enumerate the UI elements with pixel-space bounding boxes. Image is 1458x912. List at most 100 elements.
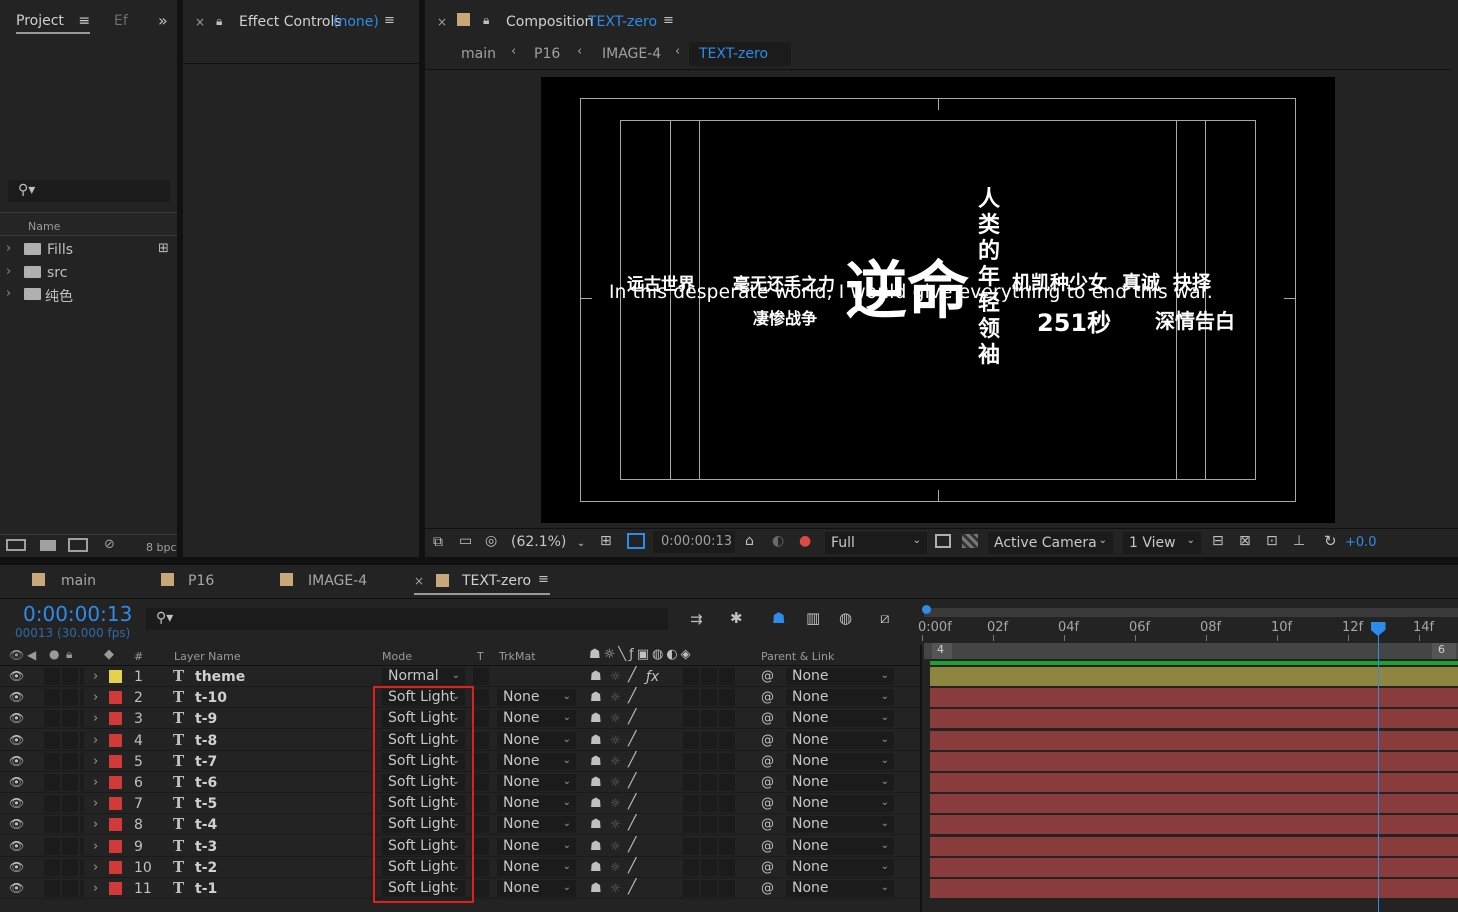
collapse-switch-icon[interactable]: ☼ [610, 796, 621, 810]
audio-toggle[interactable] [44, 710, 60, 728]
label-color-swatch[interactable] [109, 818, 122, 832]
shy-switch-icon[interactable]: ☗ [590, 817, 602, 832]
pick-whip-icon[interactable]: @ [761, 733, 774, 748]
solo-toggle[interactable] [62, 752, 78, 770]
motion-blur-toggle[interactable] [701, 668, 717, 685]
lock-toggle[interactable] [80, 668, 84, 685]
breadcrumb-main[interactable]: main [461, 46, 496, 62]
solo-toggle[interactable] [62, 731, 78, 749]
shy-switch-icon[interactable]: ☗ [590, 881, 602, 896]
flowchart-icon[interactable]: ⊞ [158, 241, 169, 256]
show-snapshot-icon[interactable]: ◐ [772, 533, 784, 549]
audio-toggle[interactable] [44, 816, 60, 834]
track-matte-dropdown[interactable]: None ⌄ [497, 880, 576, 897]
parent-dropdown[interactable]: None ⌄ [786, 752, 894, 770]
eye-icon[interactable]: 👁︎ [9, 860, 24, 874]
work-area-start[interactable]: 4 [932, 643, 952, 659]
frame-blend-toggle[interactable] [683, 858, 699, 876]
composition-tab[interactable]: × 🔒︎ Composition TEXT-zero ≡ [425, 0, 1458, 38]
audio-toggle[interactable] [44, 731, 60, 749]
always-preview-icon[interactable]: ⧉ [433, 534, 443, 550]
preserve-transparency-toggle[interactable] [473, 731, 489, 749]
pick-whip-icon[interactable]: @ [761, 711, 774, 726]
frame-blend-toggle[interactable] [683, 837, 699, 855]
motion-blur-toggle[interactable] [701, 858, 717, 876]
layer-name[interactable]: t-3 [195, 839, 217, 855]
motion-blur-toggle[interactable] [701, 710, 717, 728]
motion-blur-toggle[interactable] [701, 795, 717, 813]
lock-toggle[interactable] [80, 710, 84, 728]
shy-switch-icon[interactable]: ☗ [590, 775, 602, 790]
track-matte-dropdown[interactable]: None ⌄ [497, 774, 576, 791]
collapse-switch-icon[interactable]: ☼ [610, 775, 621, 789]
layer-duration-bar[interactable] [930, 879, 1458, 898]
layer-name[interactable]: t-2 [195, 860, 217, 876]
audio-toggle[interactable] [44, 668, 60, 685]
motion-blur-toggle[interactable] [701, 752, 717, 770]
track-matte-dropdown[interactable]: None ⌄ [497, 752, 576, 770]
parent-dropdown[interactable]: None ⌄ [786, 858, 894, 876]
region-of-interest-icon[interactable] [627, 533, 645, 549]
quality-switch-icon[interactable]: ╱ [628, 667, 636, 683]
chevron-right-icon[interactable]: › [93, 881, 98, 896]
preserve-transparency-toggle[interactable] [473, 795, 489, 813]
close-icon[interactable]: × [414, 574, 424, 588]
preserve-transparency-toggle[interactable] [473, 752, 489, 770]
chevron-right-icon[interactable]: › [93, 860, 98, 875]
chevron-right-icon[interactable]: › [6, 286, 11, 301]
timecode-display[interactable]: 0:00:00:13 [653, 531, 735, 553]
layer-duration-bar[interactable] [930, 773, 1458, 792]
label-color-swatch[interactable] [109, 754, 122, 768]
pick-whip-icon[interactable]: @ [761, 796, 774, 811]
lock-toggle[interactable] [80, 731, 84, 749]
interpret-footage-icon[interactable] [6, 539, 26, 551]
panel-divider[interactable] [0, 557, 1458, 565]
motion-blur-toggle[interactable] [701, 880, 717, 897]
motion-blur-toggle[interactable] [701, 837, 717, 855]
eye-icon[interactable]: 👁︎ [9, 881, 24, 895]
motion-blur-toggle[interactable] [701, 731, 717, 749]
audio-toggle[interactable] [44, 795, 60, 813]
new-composition-icon[interactable] [68, 538, 88, 552]
effect-controls-title[interactable]: Effect Controls [239, 14, 342, 30]
panel-menu-icon[interactable]: ≡ [78, 13, 90, 29]
quality-switch-icon[interactable]: ╱ [628, 794, 636, 810]
exposure-value[interactable]: +0.0 [1345, 535, 1377, 550]
collapse-switch-icon[interactable]: ☼ [610, 690, 621, 704]
layer-duration-bar[interactable] [930, 709, 1458, 729]
lock-toggle[interactable] [80, 774, 84, 791]
close-icon[interactable]: × [195, 15, 205, 29]
frame-blend-toggle[interactable] [683, 795, 699, 813]
shy-switch-icon[interactable]: ☗ [590, 733, 602, 748]
pick-whip-icon[interactable]: @ [761, 669, 774, 684]
blend-mode-dropdown[interactable]: Normal ⌄ [382, 668, 465, 685]
playhead[interactable] [1370, 622, 1386, 912]
layer-duration-bar[interactable] [930, 667, 1458, 686]
quality-switch-icon[interactable]: ╱ [628, 879, 636, 895]
monitor-icon[interactable]: ▭ [459, 533, 472, 549]
reset-exposure-icon[interactable]: ↻ [1324, 532, 1337, 550]
project-item-solids[interactable]: › 纯色 [0, 285, 155, 306]
shy-layers-icon[interactable]: ☗ [772, 609, 785, 627]
camera-snapshot-icon[interactable]: ⌂ [745, 533, 754, 549]
resolution-dropdown[interactable]: Full ⌄ [825, 532, 927, 554]
layer-duration-bar[interactable] [930, 730, 1458, 750]
tab-text-zero[interactable]: × TEXT-zero ≡ [414, 571, 550, 595]
lock-toggle[interactable] [80, 752, 84, 770]
bit-depth-label[interactable]: 8 bpc [146, 541, 177, 554]
frame-blend-toggle[interactable] [683, 774, 699, 791]
frame-blend-toggle[interactable] [683, 689, 699, 707]
timeline-search-input[interactable]: ⚲▾ [146, 608, 668, 630]
chevron-right-icon[interactable]: › [93, 733, 98, 748]
project-item-src[interactable]: › src [0, 263, 155, 284]
fast-draft-icon[interactable]: ⊠ [1239, 533, 1251, 549]
composition-mini-flowchart-icon[interactable]: ⇉ [690, 610, 703, 628]
collapse-switch-icon[interactable]: ☼ [610, 754, 621, 768]
work-area-start-handle[interactable] [922, 605, 931, 614]
label-color-swatch[interactable] [109, 860, 122, 874]
work-area-end[interactable]: 6 [1432, 643, 1456, 659]
layer-duration-bar[interactable] [930, 836, 1458, 856]
preserve-transparency-toggle[interactable] [473, 816, 489, 834]
frame-blend-toggle[interactable] [683, 731, 699, 749]
chevron-right-icon[interactable]: › [93, 839, 98, 854]
